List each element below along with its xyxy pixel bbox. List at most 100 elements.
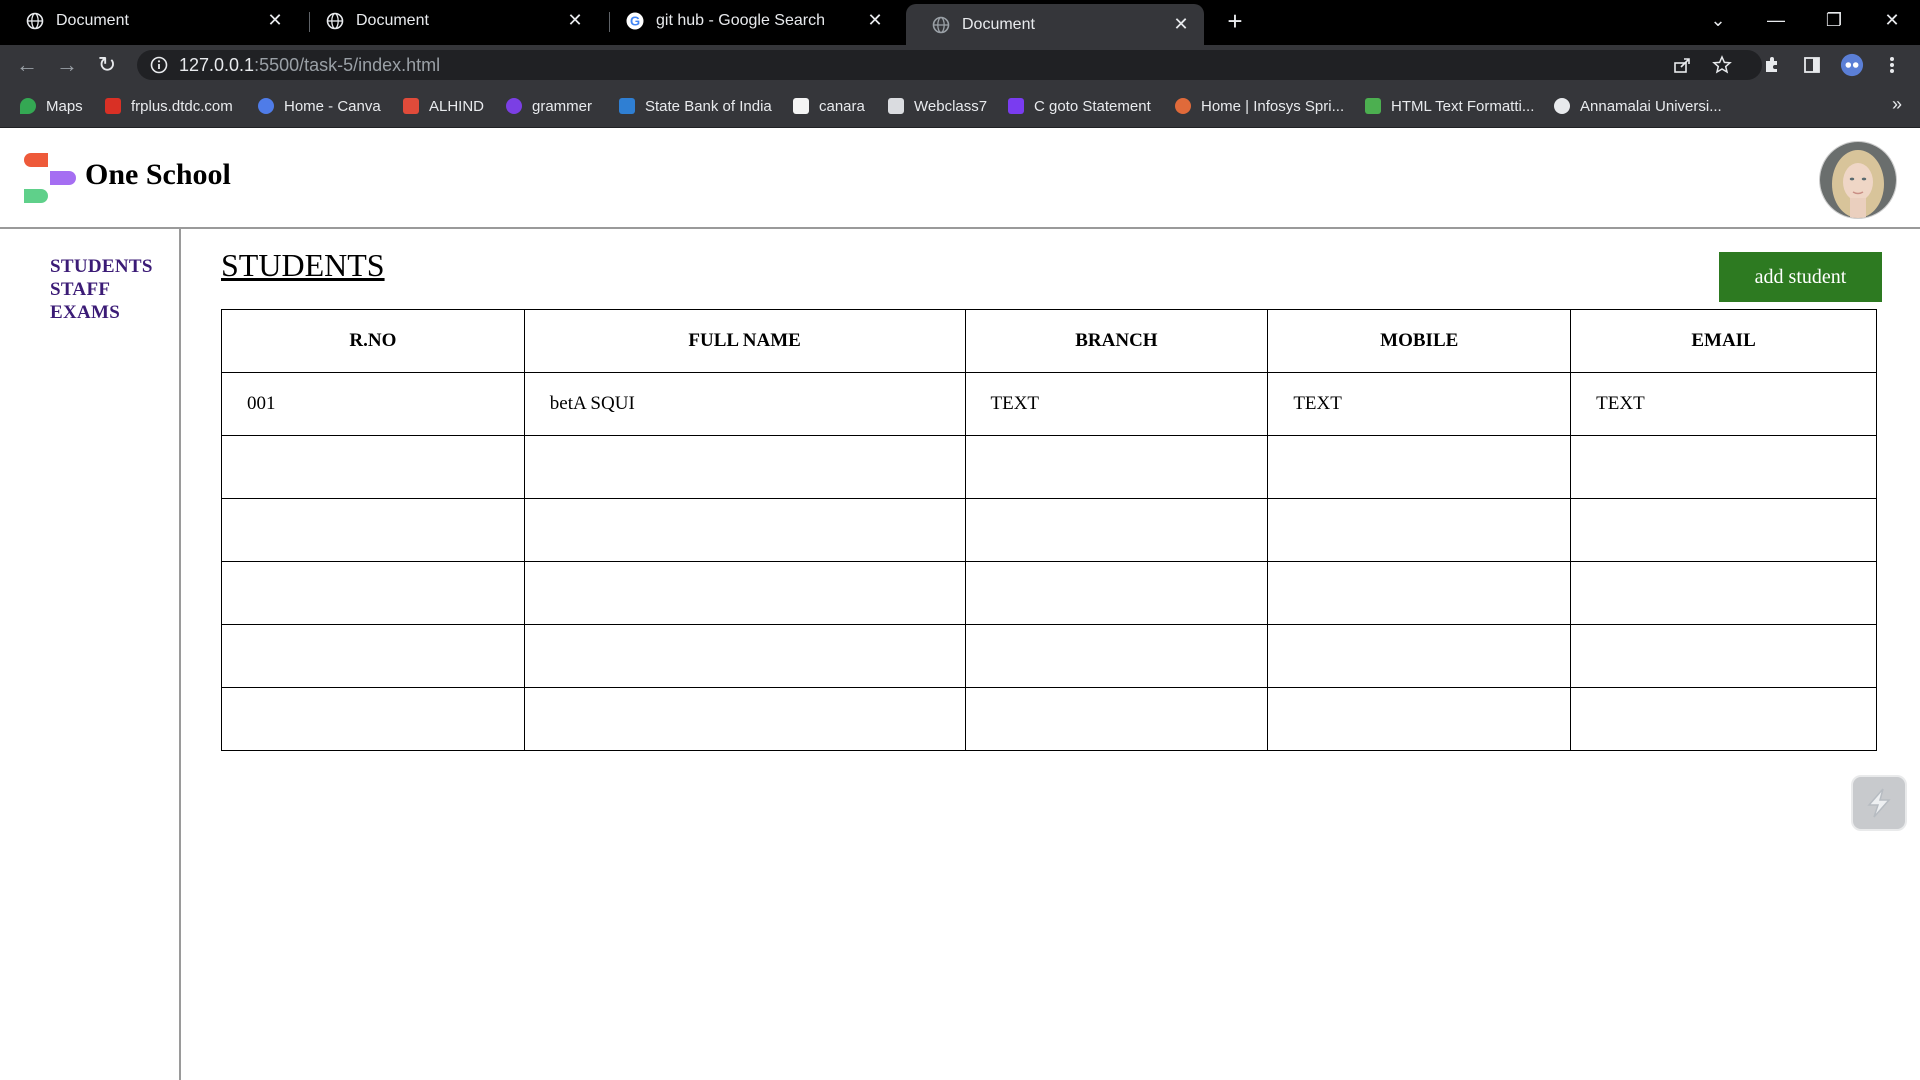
browser-tab[interactable]: Document ✕	[0, 0, 298, 41]
window-close-icon[interactable]: ✕	[1864, 0, 1920, 40]
nav-link-students[interactable]: STUDENTS	[50, 255, 153, 278]
cell-email	[1570, 435, 1877, 499]
bookmark-star-icon[interactable]	[1710, 53, 1734, 77]
cell-mobile	[1267, 561, 1572, 625]
cell-email	[1570, 624, 1877, 688]
profile-icon[interactable]	[1840, 53, 1864, 77]
cell-branch	[964, 687, 1269, 751]
cell-rno	[221, 498, 525, 562]
globe-icon	[932, 16, 950, 34]
add-student-button[interactable]: add student	[1719, 252, 1882, 302]
reload-icon[interactable]: ↻	[93, 51, 121, 79]
tab-title: git hub - Google Search	[656, 11, 825, 29]
cell-full-name	[523, 561, 966, 625]
table-row	[221, 498, 1877, 562]
cell-mobile	[1267, 624, 1572, 688]
table-body: 001 betA SQUI TEXT TEXT TEXT	[221, 372, 1877, 751]
address-bar[interactable]: 127.0.0.1:5500/task-5/index.html	[137, 50, 1762, 80]
column-header-full-name: FULL NAME	[523, 309, 966, 373]
cell-branch	[964, 435, 1269, 499]
close-icon[interactable]: ✕	[1168, 12, 1194, 38]
webclass-icon	[888, 98, 904, 114]
url-host: 127.0.0.1	[179, 54, 255, 75]
bookmark-infosys[interactable]: Home | Infosys Spri...	[1175, 95, 1344, 117]
extensions-icon[interactable]	[1760, 53, 1784, 77]
cell-full-name: betA SQUI	[523, 372, 966, 436]
bookmark-maps[interactable]: Maps	[20, 95, 83, 117]
bookmark-canva[interactable]: Home - Canva	[258, 95, 381, 117]
bookmark-annamalai[interactable]: Annamalai Universi...	[1554, 95, 1722, 117]
cell-email: TEXT	[1570, 372, 1877, 436]
cell-branch	[964, 624, 1269, 688]
maps-pin-icon	[20, 98, 36, 114]
browser-tab[interactable]: Document ✕	[300, 0, 598, 41]
floating-extension-button[interactable]	[1851, 775, 1907, 831]
browser-tab[interactable]: G git hub - Google Search ✕	[600, 0, 898, 41]
share-icon[interactable]	[1670, 53, 1694, 77]
forward-icon[interactable]: →	[53, 51, 81, 79]
students-table: R.NO FULL NAME BRANCH MOBILE EMAIL 001 be…	[221, 309, 1877, 751]
nav-link-staff[interactable]: STAFF	[50, 278, 153, 301]
cell-branch	[964, 561, 1269, 625]
bookmark-alhind[interactable]: ALHIND	[403, 95, 484, 117]
dtdc-icon	[105, 98, 121, 114]
table-header-row: R.NO FULL NAME BRANCH MOBILE EMAIL	[221, 309, 1877, 373]
cell-full-name	[523, 624, 966, 688]
cell-rno	[221, 561, 525, 625]
bookmark-label: Webclass7	[914, 97, 988, 115]
cell-email	[1570, 498, 1877, 562]
info-icon[interactable]	[149, 55, 169, 75]
tab-strip: Document ✕ Document ✕ G git hub - Google…	[0, 0, 1920, 45]
side-panel-icon[interactable]	[1800, 53, 1824, 77]
canara-icon	[793, 98, 809, 114]
url-path: :5500/task-5/index.html	[254, 54, 441, 75]
more-bookmarks-button[interactable]: »	[1892, 94, 1902, 115]
google-icon: G	[626, 12, 644, 30]
cell-rno	[221, 687, 525, 751]
tab-title: Document	[56, 11, 129, 29]
svg-text:G: G	[630, 13, 640, 28]
bookmark-canara[interactable]: canara	[793, 95, 865, 117]
close-icon[interactable]: ✕	[262, 8, 288, 34]
cell-email	[1570, 561, 1877, 625]
infosys-icon	[1175, 98, 1191, 114]
menu-kebab-icon[interactable]	[1880, 53, 1904, 77]
table-row	[221, 687, 1877, 751]
close-icon[interactable]: ✕	[562, 8, 588, 34]
new-tab-button[interactable]: +	[1220, 6, 1250, 36]
restore-icon[interactable]: ❐	[1806, 0, 1862, 40]
nav-link-exams[interactable]: EXAMS	[50, 301, 153, 324]
avatar[interactable]	[1819, 141, 1897, 219]
cell-mobile: TEXT	[1267, 372, 1572, 436]
close-icon[interactable]: ✕	[862, 8, 888, 34]
table-row	[221, 624, 1877, 688]
bookmark-label: C goto Statement	[1034, 97, 1151, 115]
c-goto-icon	[1008, 98, 1024, 114]
site-header: One School	[0, 128, 1920, 229]
page-title: STUDENTS	[221, 247, 385, 283]
bookmark-c-goto[interactable]: C goto Statement	[1008, 95, 1151, 117]
globe-icon	[26, 12, 44, 30]
minimize-icon[interactable]: —	[1748, 0, 1804, 40]
bookmark-html-formatting[interactable]: HTML Text Formatti...	[1365, 95, 1534, 117]
bookmarks-bar: Maps frplus.dtdc.com Home - Canva ALHIND…	[0, 85, 1920, 128]
browser-toolbar: ← → ↻ 127.0.0.1:5500/task-5/index.html	[0, 45, 1920, 85]
sidebar: STUDENTS STAFF EXAMS	[0, 229, 181, 1080]
bookmark-dtdc[interactable]: frplus.dtdc.com	[105, 95, 233, 117]
column-header-rno: R.NO	[221, 309, 525, 373]
side-nav: STUDENTS STAFF EXAMS	[50, 255, 153, 324]
bookmark-label: HTML Text Formatti...	[1391, 97, 1535, 115]
globe-icon	[1554, 98, 1570, 114]
bookmark-webclass7[interactable]: Webclass7	[888, 95, 987, 117]
cell-rno	[221, 435, 525, 499]
bookmark-sbi[interactable]: State Bank of India	[619, 95, 772, 117]
cell-full-name	[523, 435, 966, 499]
logo-icon	[24, 153, 76, 203]
bookmark-grammer[interactable]: grammer	[506, 95, 592, 117]
tab-search-icon[interactable]: ⌄	[1690, 0, 1746, 40]
cell-full-name	[523, 687, 966, 751]
back-icon[interactable]: ←	[13, 51, 41, 79]
browser-tab-active[interactable]: Document ✕	[906, 4, 1204, 45]
bookmark-label: Annamalai Universi...	[1580, 97, 1722, 115]
column-header-mobile: MOBILE	[1267, 309, 1572, 373]
